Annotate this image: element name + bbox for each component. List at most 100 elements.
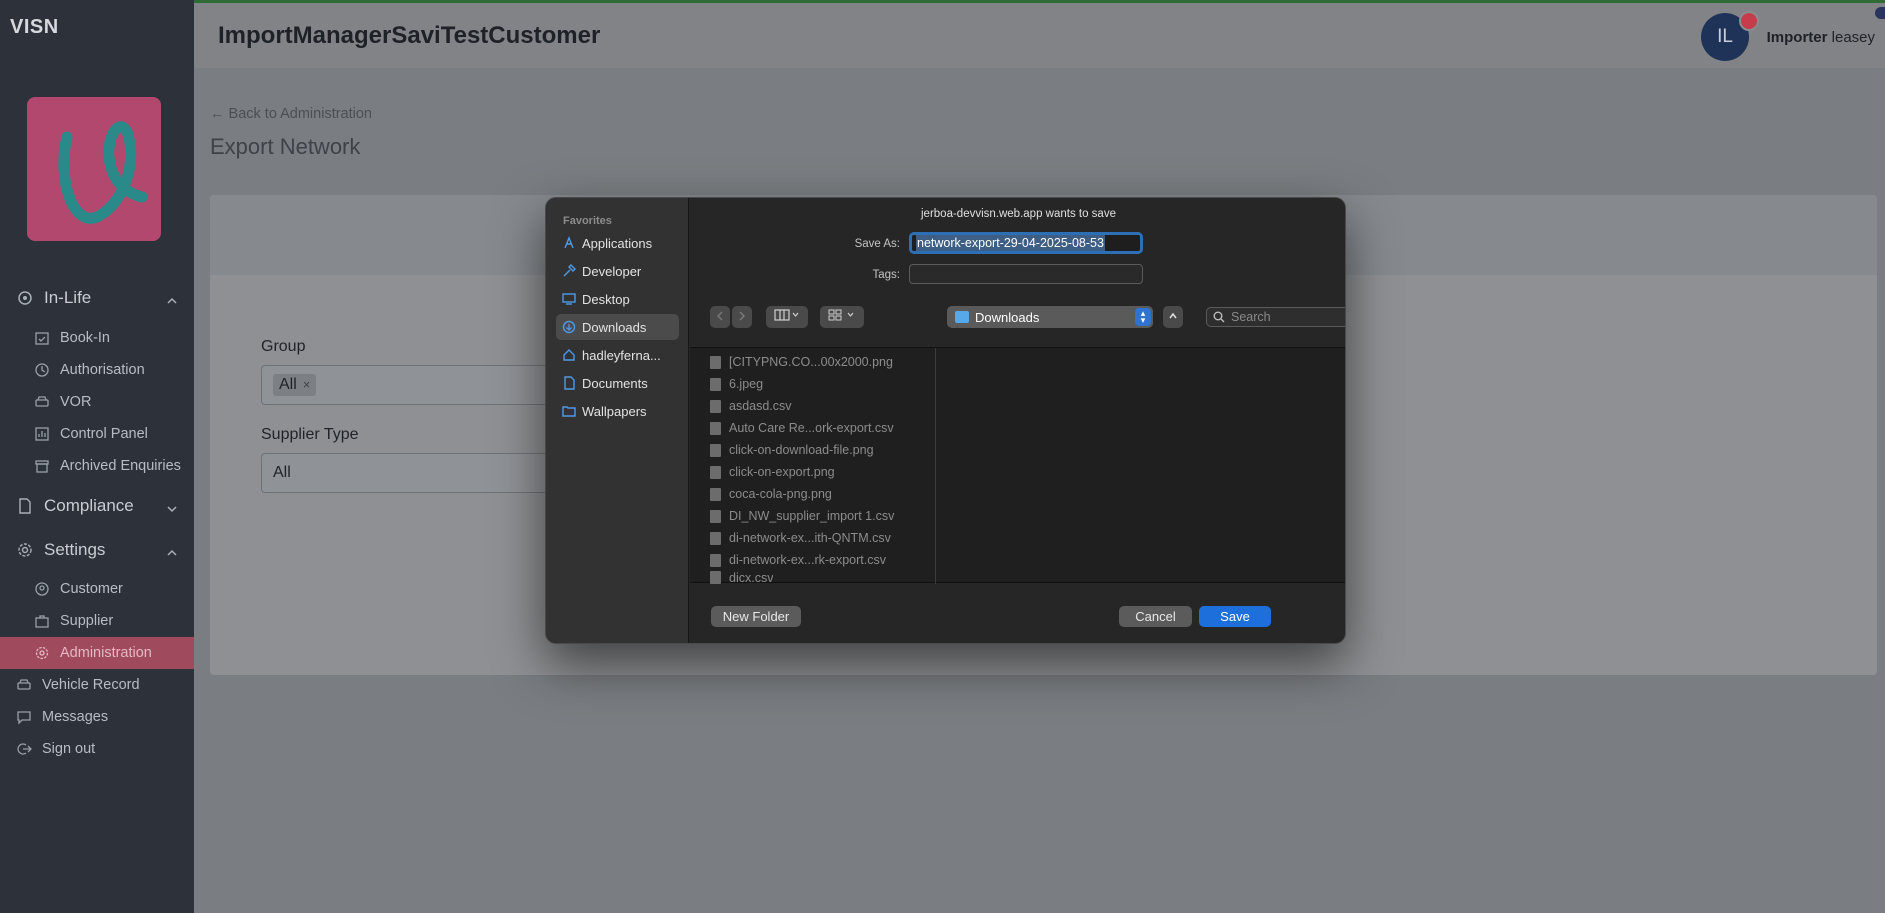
file-name: [CITYPNG.CO...00x2000.png [729, 355, 893, 369]
location-select[interactable]: Downloads ▴ ▾ [947, 306, 1153, 328]
image-file-icon [710, 443, 721, 457]
save-as-input[interactable]: network-export-29-04-2025-08-53 [909, 232, 1143, 254]
file-name: click-on-download-file.png [729, 443, 874, 457]
nav-item-book-in[interactable]: Book-In [0, 322, 194, 354]
file-item[interactable]: asdasd.csv [710, 395, 792, 417]
nav-item-label: Sign out [42, 741, 96, 757]
nav-section-label: Compliance [44, 496, 134, 515]
nav-section-in-life[interactable]: In-Life [0, 280, 194, 316]
sign-out-icon [16, 741, 32, 757]
document-file-icon [710, 531, 721, 545]
file-name: coca-cola-png.png [729, 487, 832, 501]
file-item[interactable]: di-network-ex...ith-QNTM.csv [710, 527, 891, 549]
forward-nav-button[interactable] [732, 306, 752, 328]
nav-item-control-panel[interactable]: Control Panel [0, 418, 194, 450]
file-name: Auto Care Re...ork-export.csv [729, 421, 894, 435]
fav-wallpapers[interactable]: Wallpapers [556, 398, 679, 424]
file-item[interactable]: [CITYPNG.CO...00x2000.png [710, 351, 893, 373]
nav-item-vor[interactable]: VOR [0, 386, 194, 418]
file-item[interactable]: coca-cola-png.png [710, 483, 832, 505]
chevron-down-icon [166, 500, 178, 513]
back-link[interactable]: ← Back to Administration [210, 106, 372, 122]
cancel-button[interactable]: Cancel [1119, 606, 1192, 627]
tags-input[interactable] [909, 264, 1143, 284]
file-item[interactable]: click-on-export.png [710, 461, 835, 483]
nav-item-supplier[interactable]: Supplier [0, 605, 194, 637]
file-item[interactable]: dicx.csv [710, 571, 773, 584]
file-item[interactable]: 6.jpeg [710, 373, 763, 395]
nav-item-messages[interactable]: Messages [0, 701, 194, 733]
notification-badge[interactable] [1739, 11, 1759, 31]
supplier-type-select[interactable]: All [261, 453, 561, 493]
arrow-left-icon: ← [210, 106, 225, 122]
fav-developer[interactable]: Developer [556, 258, 679, 284]
file-item[interactable]: DI_NW_supplier_import 1.csv [710, 505, 894, 527]
group-select[interactable]: All × [261, 365, 561, 405]
file-name: asdasd.csv [729, 399, 792, 413]
calendar-icon [34, 330, 50, 346]
chart-icon [34, 426, 50, 442]
document-icon [16, 497, 34, 515]
user-first-name: Importer [1766, 29, 1828, 46]
chevron-up-icon [1168, 308, 1178, 326]
save-button[interactable]: Save [1199, 606, 1271, 627]
fav-downloads[interactable]: Downloads [556, 314, 679, 340]
save-as-label: Save As: [854, 238, 900, 250]
corner-indicator [1875, 7, 1885, 19]
file-name: 6.jpeg [729, 377, 764, 391]
gear-icon [34, 645, 50, 661]
file-item[interactable]: Auto Care Re...ork-export.csv [710, 417, 894, 439]
nav-item-administration[interactable]: Administration [0, 637, 194, 669]
fav-label: Documents [582, 375, 648, 391]
location-label: Downloads [975, 309, 1040, 325]
briefcase-icon [34, 613, 50, 629]
nav-item-vehicle-record[interactable]: Vehicle Record [0, 669, 194, 701]
nav-section-settings[interactable]: Settings [0, 532, 194, 568]
car-icon [34, 394, 50, 410]
fav-home[interactable]: hadleyferna... [556, 342, 679, 368]
chevron-left-icon [715, 308, 725, 326]
supplier-type-label: Supplier Type [261, 426, 359, 443]
nav-item-sign-out[interactable]: Sign out [0, 733, 194, 765]
nav-section-compliance[interactable]: Compliance [0, 488, 194, 524]
nav-item-label: Messages [42, 709, 109, 725]
nav-item-label: Vehicle Record [42, 677, 140, 693]
fav-documents[interactable]: Documents [556, 370, 679, 396]
brand-name: VISN [10, 16, 59, 38]
search-input[interactable]: Search [1206, 307, 1345, 327]
nav-item-authorisation[interactable]: Authorisation [0, 354, 194, 386]
tags-label: Tags: [872, 269, 901, 281]
nav-item-label: Supplier [60, 613, 114, 629]
folder-icon [955, 311, 969, 323]
fav-desktop[interactable]: Desktop [556, 286, 679, 312]
favorites-heading: Favorites [563, 215, 612, 227]
chevron-up-icon [166, 292, 178, 304]
user-name[interactable]: Importer leasey [1767, 29, 1875, 46]
collapse-button[interactable] [1163, 306, 1183, 328]
remove-chip-icon[interactable]: × [303, 377, 311, 392]
user-last-name: leasey [1831, 29, 1875, 46]
nav-item-archived-enquiries[interactable]: Archived Enquiries [0, 450, 194, 482]
file-item[interactable]: di-network-ex...rk-export.csv [710, 549, 886, 571]
search-placeholder: Search [1231, 310, 1271, 324]
message-icon [16, 709, 32, 725]
new-folder-button[interactable]: New Folder [711, 606, 801, 627]
image-file-icon [710, 355, 721, 369]
file-browser[interactable]: [CITYPNG.CO...00x2000.png 6.jpeg asdasd.… [690, 347, 1345, 584]
download-icon [562, 320, 576, 334]
gauge-icon [16, 289, 34, 307]
back-nav-button[interactable] [710, 306, 730, 328]
nav-item-customer[interactable]: Customer [0, 573, 194, 605]
nav-item-label: Authorisation [60, 362, 145, 378]
file-item[interactable]: click-on-download-file.png [710, 439, 874, 461]
clock-icon [34, 362, 50, 378]
fav-label: Downloads [582, 319, 647, 335]
file-name: dicx.csv [729, 571, 774, 584]
file-name: di-network-ex...rk-export.csv [729, 553, 886, 567]
nav-item-label: Archived Enquiries [60, 458, 181, 474]
fav-applications[interactable]: Applications [556, 230, 679, 256]
hammer-icon [562, 264, 576, 278]
group-by-button[interactable] [820, 306, 864, 328]
view-mode-button[interactable] [766, 306, 808, 328]
chevron-right-icon [737, 308, 747, 326]
